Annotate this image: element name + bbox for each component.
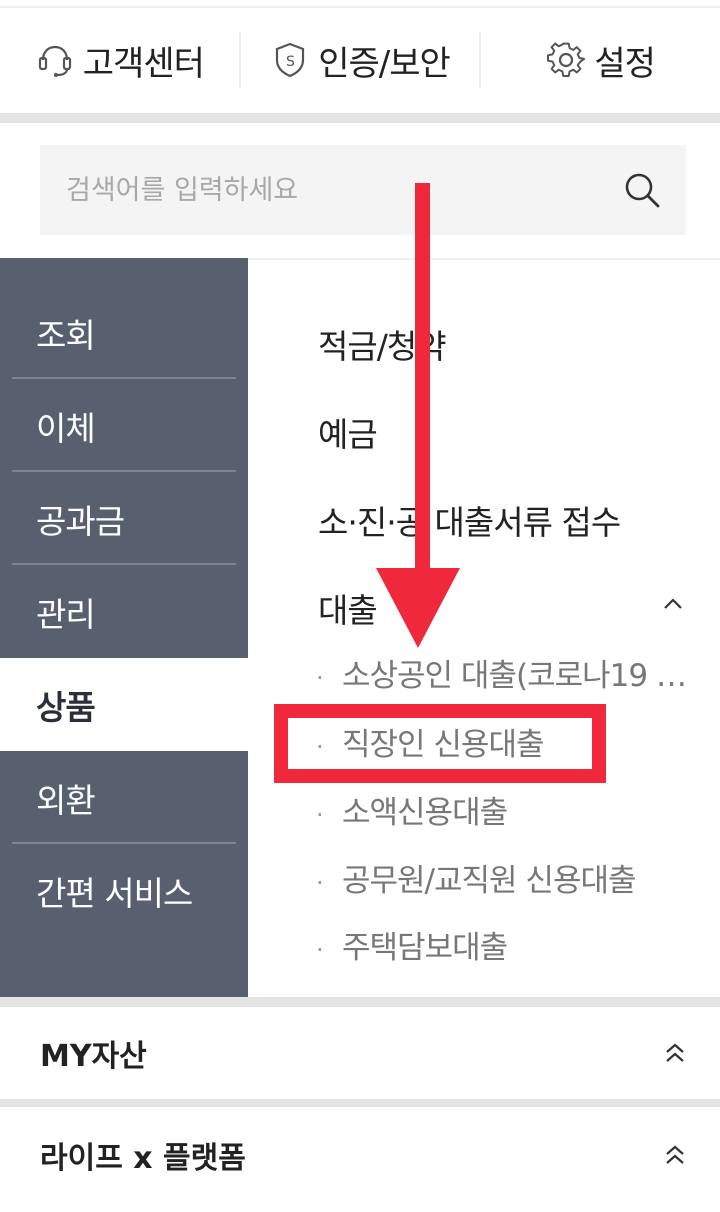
- search-input[interactable]: [64, 173, 622, 207]
- settings-label: 설정: [594, 43, 656, 84]
- search-box: [40, 145, 686, 235]
- nav-item-management[interactable]: 관리: [0, 565, 248, 658]
- nav-item-label: 조회: [36, 315, 96, 355]
- loan-item-public-servant-credit[interactable]: · 공무원/교직원 신용대출: [316, 855, 688, 900]
- headset-icon: [35, 40, 75, 80]
- nav-item-utilities[interactable]: 공과금: [0, 472, 248, 565]
- nav-item-foreign-exchange[interactable]: 외환: [0, 751, 248, 844]
- submenu-savings[interactable]: 적금/청약: [318, 320, 447, 368]
- customer-center-label: 고객센터: [82, 43, 205, 84]
- chevron-up-icon[interactable]: [660, 594, 686, 614]
- nav-item-label: 외환: [36, 780, 96, 820]
- nav-item-label: 관리: [36, 594, 96, 634]
- nav-item-label: 공과금: [36, 501, 125, 541]
- nav-item-easy-service[interactable]: 간편 서비스: [0, 844, 248, 937]
- nav-item-label: 상품: [36, 687, 96, 727]
- submenu-loan-document[interactable]: 소·진·공 대출서류 접수: [318, 496, 621, 544]
- product-submenu: 적금/청약 예금 소·진·공 대출서류 접수 대출 · 소상공인 대출(코로나19…: [248, 258, 720, 998]
- submenu-deposit[interactable]: 예금: [318, 408, 378, 456]
- customer-center-button[interactable]: 고객센터: [0, 32, 239, 88]
- loan-item-office-worker-credit[interactable]: · 직장인 신용대출: [316, 719, 688, 764]
- section-divider: [0, 997, 720, 1007]
- bullet-icon: ·: [316, 868, 324, 897]
- bullet-icon: ·: [316, 663, 324, 692]
- settings-button[interactable]: 설정: [481, 32, 720, 88]
- svg-text:S: S: [286, 54, 295, 70]
- auth-security-label: 인증/보안: [318, 43, 451, 84]
- mobile-menu-page: 고객센터 S 인증/보안 설정 검색어를 입력하세요 조회 이체 공과금 관리 …: [0, 0, 720, 1212]
- nav-item-label: 이체: [36, 408, 96, 448]
- loan-item-small-business[interactable]: ·소상공인 대출(코로나19 특별지원): [316, 650, 688, 695]
- auth-security-button[interactable]: S 인증/보안: [241, 32, 480, 88]
- double-chevron-up-icon: [666, 1145, 684, 1164]
- section-life-platform[interactable]: 라이프 x 플랫폼: [0, 1109, 720, 1201]
- gear-icon: [546, 40, 586, 80]
- nav-item-products[interactable]: 상품: [0, 658, 248, 751]
- nav-item-transfer[interactable]: 이체: [0, 379, 248, 472]
- double-chevron-up-icon: [666, 1043, 684, 1062]
- section-label: 라이프 x 플랫폼: [40, 1141, 246, 1176]
- left-category-nav: 조회 이체 공과금 관리 상품 외환 간편 서비스: [0, 258, 248, 998]
- section-my-assets[interactable]: MY자산: [0, 1007, 720, 1099]
- loan-item-mortgage[interactable]: · 주택담보대출: [316, 922, 688, 967]
- section-divider: [0, 113, 720, 123]
- bullet-icon: ·: [316, 935, 324, 964]
- nav-item-label: 간편 서비스: [36, 873, 193, 913]
- nav-item-inquiry[interactable]: 조회: [0, 286, 248, 379]
- top-menu: 고객센터 S 인증/보안 설정: [0, 8, 720, 112]
- section-label: MY자산: [40, 1039, 147, 1074]
- bullet-icon: ·: [316, 800, 324, 829]
- search-icon[interactable]: [622, 170, 662, 210]
- bullet-icon: ·: [316, 732, 324, 761]
- shield-icon: S: [270, 40, 310, 80]
- loan-item-small-credit[interactable]: · 소액신용대출: [316, 787, 688, 832]
- section-divider: [0, 1099, 720, 1107]
- submenu-loan[interactable]: 대출: [318, 584, 378, 632]
